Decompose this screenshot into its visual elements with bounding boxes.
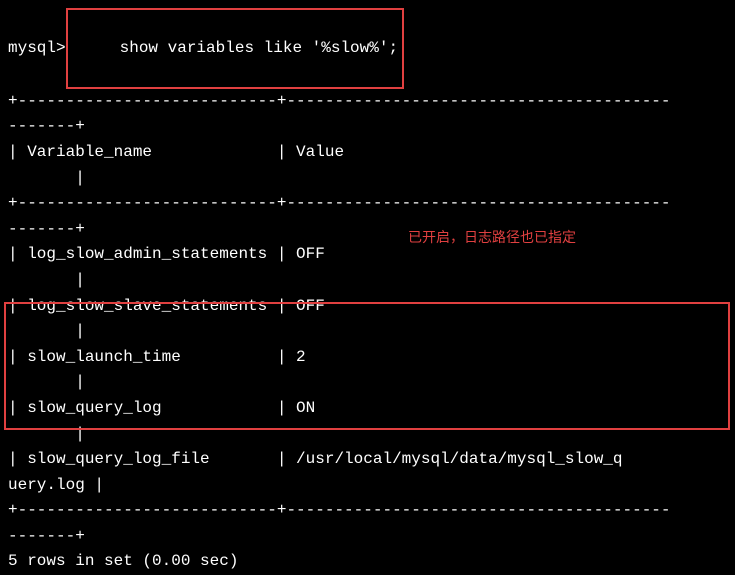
table-row: | slow_query_log_file | /usr/local/mysql…: [8, 447, 727, 473]
table-separator-top-cont: -------+: [8, 114, 727, 140]
table-row-cont: |: [8, 268, 727, 294]
annotation-text: 已开启，日志路径也已指定: [408, 226, 576, 248]
mysql-prompt: mysql>: [8, 36, 66, 62]
table-separator-mid-cont: -------+: [8, 217, 727, 243]
command-line[interactable]: mysql> show variables like '%slow%';: [8, 8, 727, 89]
table-separator-top: +---------------------------+-----------…: [8, 89, 727, 115]
table-header-row-cont: |: [8, 166, 727, 192]
table-separator-mid: +---------------------------+-----------…: [8, 191, 727, 217]
sql-command: show variables like '%slow%';: [110, 39, 398, 57]
command-highlight-box: show variables like '%slow%';: [66, 8, 404, 89]
table-row-cont: uery.log |: [8, 473, 727, 499]
table-separator-bottom-cont: -------+: [8, 524, 727, 550]
result-footer: 5 rows in set (0.00 sec): [8, 549, 727, 575]
table-header-row: | Variable_name | Value: [8, 140, 727, 166]
table-separator-bottom: +---------------------------+-----------…: [8, 498, 727, 524]
table-row: | log_slow_admin_statements | OFF: [8, 242, 727, 268]
highlight-box-rows: [4, 302, 730, 430]
